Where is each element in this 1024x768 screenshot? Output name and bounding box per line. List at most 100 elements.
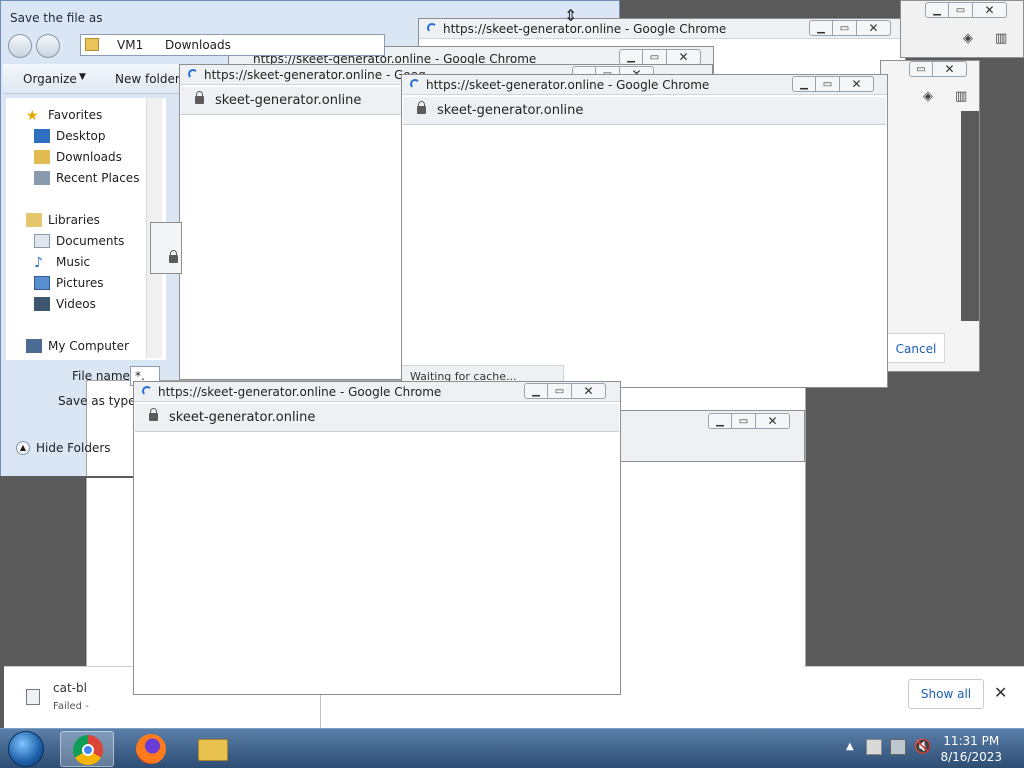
extension-icon[interactable]: ◈ (963, 31, 973, 46)
minimize-button[interactable]: ▁ (925, 2, 949, 18)
downloads-folder-icon (34, 150, 50, 164)
maximize-button[interactable]: ▭ (833, 20, 857, 36)
star-icon: ★ (26, 108, 39, 124)
nav-pictures[interactable]: Pictures (34, 276, 104, 290)
minimize-button[interactable]: ▁ (809, 20, 833, 36)
nav-label: Pictures (56, 276, 104, 290)
network-icon[interactable] (890, 739, 906, 755)
clock-time: 11:31 PM (943, 734, 1000, 748)
nav-documents[interactable]: Documents (34, 234, 124, 248)
close-shelf-icon[interactable]: ✕ (994, 683, 1007, 702)
navigation-pane: ★ Favorites Desktop Downloads Recent Plac… (6, 98, 166, 360)
close-button[interactable]: ✕ (756, 413, 790, 429)
window-title: https://skeet-generator.online - Google … (443, 22, 727, 36)
show-all-button[interactable]: Show all (908, 679, 984, 709)
chrome-window-sliver (150, 222, 182, 274)
nav-my-computer[interactable]: My Computer (26, 339, 129, 353)
close-button[interactable]: ✕ (857, 20, 891, 36)
back-button[interactable] (8, 34, 32, 58)
dialog-toolbar: Organize ▼ New folder (3, 64, 183, 94)
forward-button[interactable] (36, 34, 60, 58)
minimize-button[interactable]: ▁ (619, 49, 643, 65)
extension-icon[interactable]: ▥ (955, 89, 967, 104)
maximize-button[interactable]: ▭ (732, 413, 756, 429)
nav-music[interactable]: ♪ Music (34, 255, 90, 271)
folder-icon (198, 739, 228, 761)
taskbar-firefox-button[interactable] (124, 731, 178, 767)
minimize-button[interactable]: ▁ (524, 383, 548, 399)
breadcrumb-item-vm1[interactable]: VM1 (117, 38, 143, 52)
url-text: skeet-generator.online (215, 93, 362, 108)
loading-icon (427, 23, 437, 33)
nav-downloads[interactable]: Downloads (34, 150, 122, 164)
dark-page-area (961, 111, 979, 321)
taskbar-chrome-button[interactable] (60, 731, 114, 767)
maximize-button[interactable]: ▭ (548, 383, 572, 399)
show-hidden-icons-icon[interactable]: ▲ (846, 741, 854, 752)
download-file-status: Failed - (53, 701, 89, 712)
recent-places-icon (34, 171, 50, 185)
taskbar-explorer-button[interactable] (186, 731, 240, 767)
collapse-arrow-icon: ▲ (16, 441, 30, 455)
breadcrumb-item-downloads[interactable]: Downloads (165, 38, 231, 52)
volume-muted-icon[interactable]: 🔇 (914, 739, 931, 755)
organize-button[interactable]: Organize (23, 72, 77, 86)
computer-icon (26, 339, 42, 353)
nav-label: Libraries (48, 213, 100, 227)
libraries-icon (26, 213, 42, 227)
close-button[interactable]: ✕ (667, 49, 701, 65)
extension-icon[interactable]: ◈ (923, 89, 933, 104)
music-icon: ♪ (34, 255, 43, 271)
window-title: https://skeet-generator.online - Google … (158, 385, 442, 399)
close-button[interactable]: ✕ (572, 383, 606, 399)
action-center-icon[interactable] (866, 739, 882, 755)
chrome-window-far-right: ▁ ▭ ✕ ◈ ▥ (900, 0, 1024, 58)
nav-label: Desktop (56, 129, 106, 143)
pictures-icon (34, 276, 50, 290)
nav-label: My Computer (48, 339, 129, 353)
chrome-window-front: https://skeet-generator.online - Google … (401, 74, 888, 388)
file-icon (26, 689, 40, 705)
taskbar-clock[interactable]: 11:31 PM 8/16/2023 (940, 733, 1002, 765)
videos-icon (34, 297, 50, 311)
chrome-icon-center (82, 744, 94, 756)
nav-recent-places[interactable]: Recent Places (34, 171, 139, 185)
nav-label: Favorites (48, 108, 103, 122)
hide-folders-button[interactable]: ▲ Hide Folders (16, 441, 111, 455)
nav-favorites[interactable]: ★ Favorites (26, 108, 103, 124)
url-text: skeet-generator.online (169, 410, 316, 425)
lock-icon (169, 250, 178, 263)
maximize-button[interactable]: ▭ (643, 49, 667, 65)
maximize-button[interactable]: ▭ (909, 61, 933, 77)
breadcrumb[interactable]: VM1 Downloads (80, 34, 385, 56)
file-name-label: File name: (72, 369, 134, 383)
hide-folders-label: Hide Folders (36, 441, 111, 455)
nav-label: Recent Places (56, 171, 140, 185)
maximize-button[interactable]: ▭ (949, 2, 973, 18)
url-text: skeet-generator.online (437, 103, 584, 118)
nav-label: Downloads (56, 150, 122, 164)
download-file-name[interactable]: cat-bl (53, 681, 87, 695)
taskbar: ▲ 🔇 11:31 PM 8/16/2023 (0, 728, 1024, 768)
address-bar[interactable]: skeet-generator.online (403, 97, 886, 125)
nav-videos[interactable]: Videos (34, 297, 96, 311)
new-folder-button[interactable]: New folder (115, 72, 180, 86)
cancel-button[interactable]: Cancel (887, 333, 945, 363)
maximize-button[interactable]: ▭ (816, 76, 840, 92)
start-button[interactable] (8, 731, 44, 767)
nav-libraries[interactable]: Libraries (26, 213, 100, 227)
chevron-down-icon: ▼ (79, 72, 86, 82)
close-button[interactable]: ✕ (840, 76, 874, 92)
lock-icon (195, 91, 204, 104)
firefox-icon (136, 734, 166, 764)
minimize-button[interactable]: ▁ (708, 413, 732, 429)
close-button[interactable]: ✕ (933, 61, 967, 77)
chrome-window-bottom: https://skeet-generator.online - Google … (133, 381, 621, 695)
nav-label: Videos (56, 297, 96, 311)
address-bar[interactable]: skeet-generator.online (135, 404, 619, 432)
nav-desktop[interactable]: Desktop (34, 129, 106, 143)
close-button[interactable]: ✕ (973, 2, 1007, 18)
save-as-type-label: Save as type: (58, 394, 140, 408)
minimize-button[interactable]: ▁ (792, 76, 816, 92)
extension-icon[interactable]: ▥ (995, 31, 1007, 46)
